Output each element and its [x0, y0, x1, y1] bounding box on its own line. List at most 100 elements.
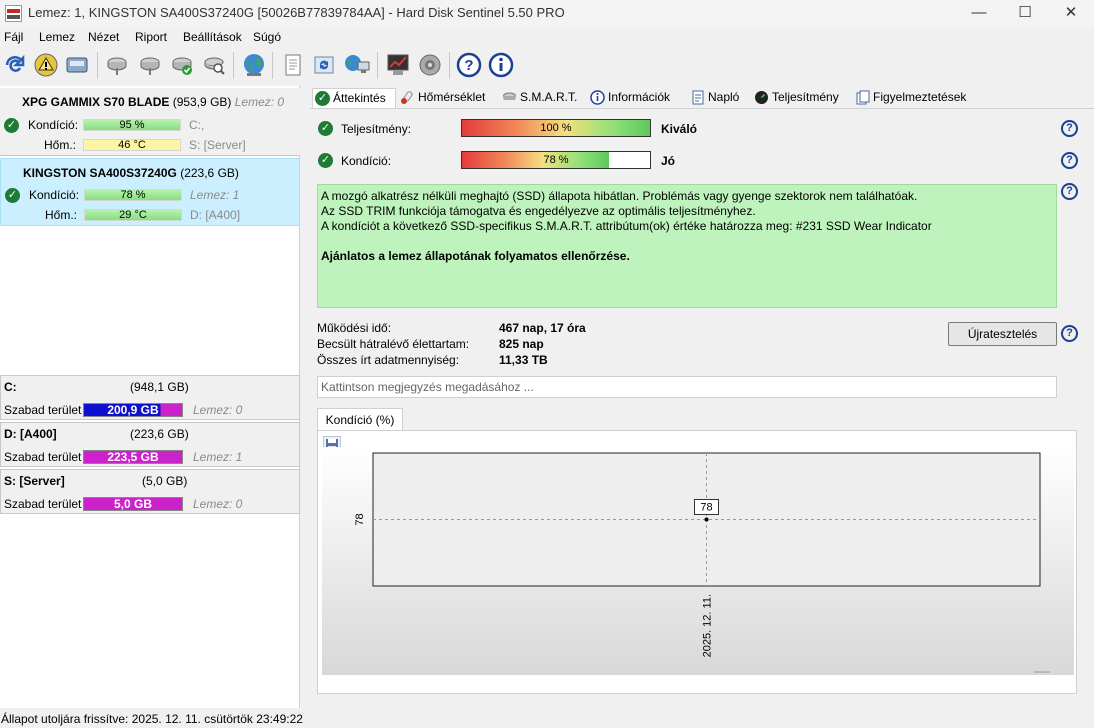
- condition-label: Kondíció:: [28, 118, 79, 132]
- title-bar: Lemez: 1, KINGSTON SA400S37240G [50026B7…: [0, 0, 1094, 28]
- report-icon[interactable]: [279, 51, 307, 79]
- app-icon: [5, 5, 22, 22]
- disk-entry-kingston[interactable]: KINGSTON SA400S37240G (223,6 GB) ✓ Kondí…: [0, 158, 300, 226]
- volume-s[interactable]: S: [Server] (5,0 GB) Szabad terület 5,0 …: [0, 469, 300, 514]
- drive-letters: C:,: [189, 118, 205, 132]
- free-space-bar: 5,0 GB: [83, 497, 183, 511]
- y-tick-label: 78: [354, 513, 366, 525]
- network-icon[interactable]: [343, 51, 371, 79]
- disk-title: XPG GAMMIX S70 BLADE (953,9 GB) Lemez: 0: [22, 95, 285, 109]
- benchmark-icon[interactable]: [384, 51, 412, 79]
- volume-name: D: [A400]: [4, 427, 57, 441]
- info-line: A kondíciót a következő SSD-specifikus S…: [321, 219, 932, 233]
- drive-letters-2: S: [Server]: [189, 138, 246, 152]
- sound-icon[interactable]: [416, 51, 444, 79]
- menu-file[interactable]: Fájl: [4, 30, 23, 44]
- recommendation: Ajánlatos a lemez állapotának folyamatos…: [321, 249, 630, 263]
- globe-icon[interactable]: [240, 51, 268, 79]
- tab-warnings[interactable]: Figyelmeztetések: [853, 88, 971, 109]
- note-input[interactable]: Kattintson megjegyzés megadásához ...: [317, 376, 1057, 398]
- condition-chart-area: Kondíció (%) 78 2025. 12. 11. 78: [317, 408, 1077, 694]
- free-space-label: Szabad terület: [4, 403, 82, 417]
- condition-bar: 78 %: [461, 151, 651, 169]
- help-icon[interactable]: ?: [1061, 120, 1078, 137]
- tab-performance[interactable]: Teljesítmény: [752, 88, 844, 109]
- tab-smart[interactable]: S.M.A.R.T.: [500, 88, 586, 109]
- disk-number: Lemez: 0: [193, 497, 243, 511]
- help-icon[interactable]: ?: [1061, 183, 1078, 200]
- condition-chart: 78 2025. 12. 11. 78: [322, 447, 1074, 675]
- disk-test-icon[interactable]: [103, 51, 131, 79]
- disk-search-icon[interactable]: [200, 51, 228, 79]
- disk-title: KINGSTON SA400S37240G (223,6 GB): [23, 166, 239, 180]
- data-point: [704, 517, 709, 522]
- condition-bar: 95 %: [83, 119, 181, 131]
- free-space-label: Szabad terület: [4, 450, 82, 464]
- performance-label: Teljesítmény:: [341, 122, 412, 136]
- menu-settings[interactable]: Beállítások: [183, 30, 242, 44]
- help-icon[interactable]: ?: [1061, 152, 1078, 169]
- volume-size: (948,1 GB): [130, 380, 189, 394]
- performance-rating: Kiváló: [661, 122, 698, 136]
- condition-label: Kondíció:: [29, 188, 80, 202]
- svg-text:?: ?: [464, 57, 473, 74]
- total-written-value: 11,33 TB: [499, 353, 548, 367]
- sync-icon[interactable]: [310, 51, 338, 79]
- free-space-bar: 200,9 GB: [83, 403, 183, 417]
- temperature-bar: 46 °C: [83, 139, 181, 151]
- menu-disk[interactable]: Lemez: [39, 30, 75, 44]
- check-icon: ✓: [4, 118, 19, 133]
- volume-name: S: [Server]: [4, 474, 65, 488]
- menu-bar: Fájl Lemez Nézet Riport Beállítások Súgó: [0, 28, 1094, 48]
- status-bar: Állapot utoljára frissítve: 2025. 12. 11…: [0, 710, 1094, 728]
- hard-disk-icon[interactable]: [63, 51, 91, 79]
- refresh-icon[interactable]: [1, 51, 29, 79]
- volume-size: (223,6 GB): [130, 427, 189, 441]
- disk-entry-xpg[interactable]: XPG GAMMIX S70 BLADE (953,9 GB) Lemez: 0…: [0, 88, 300, 156]
- menu-view[interactable]: Nézet: [88, 30, 119, 44]
- menu-help[interactable]: Súgó: [253, 30, 281, 44]
- info-line: A mozgó alkatrész nélküli meghajtó (SSD)…: [321, 189, 918, 203]
- performance-value: 100 %: [540, 122, 572, 134]
- disk-surface-icon[interactable]: [136, 51, 164, 79]
- condition-rating: Jó: [661, 154, 676, 168]
- disk-icon: [503, 92, 516, 100]
- help-icon[interactable]: ?: [455, 51, 483, 79]
- remaining-life-label: Becsült hátralévő élettartam:: [317, 337, 470, 351]
- tab-information[interactable]: Információk: [588, 88, 678, 109]
- hard-disk-sentinel-window: Lemez: 1, KINGSTON SA400S37240G [50026B7…: [0, 0, 1094, 728]
- data-label: 78: [700, 502, 712, 514]
- close-button[interactable]: ✕: [1048, 0, 1094, 28]
- help-icon[interactable]: ?: [1061, 325, 1078, 342]
- info-icon[interactable]: [487, 51, 515, 79]
- chart-panel: 78 2025. 12. 11. 78: [317, 430, 1077, 694]
- maximize-button[interactable]: ☐: [1002, 0, 1048, 28]
- tab-condition-chart[interactable]: Kondíció (%): [317, 408, 403, 431]
- disk-number: Lemez: 0: [193, 403, 243, 417]
- info-icon: [590, 90, 605, 105]
- tab-log[interactable]: Napló: [688, 88, 744, 109]
- uptime-label: Működési idő:: [317, 321, 392, 335]
- volume-name: C:: [4, 380, 17, 394]
- details-panel: ✓ Áttekintés Hőmérséklet S.M.A.R.T. Info…: [310, 86, 1094, 708]
- tab-overview[interactable]: ✓ Áttekintés: [312, 88, 396, 109]
- window-title: Lemez: 1, KINGSTON SA400S37240G [50026B7…: [28, 5, 565, 20]
- remaining-life-value: 825 nap: [499, 337, 544, 351]
- retest-button[interactable]: Újratesztelés: [948, 322, 1057, 346]
- volume-c[interactable]: C: (948,1 GB) Szabad terület 200,9 GB Le…: [0, 375, 300, 420]
- temperature-label: Hőm.:: [45, 208, 78, 222]
- tab-temperature[interactable]: Hőmérséklet: [398, 88, 496, 109]
- x-tick-label: 2025. 12. 11.: [702, 594, 714, 657]
- volume-d[interactable]: D: [A400] (223,6 GB) Szabad terület 223,…: [0, 422, 300, 467]
- disk-ok-icon[interactable]: [168, 51, 196, 79]
- check-icon: ✓: [5, 188, 20, 203]
- status-description-box: A mozgó alkatrész nélküli meghajtó (SSD)…: [317, 184, 1057, 308]
- menu-report[interactable]: Riport: [135, 30, 167, 44]
- drive-letters: D: [A400]: [190, 208, 241, 222]
- warning-icon[interactable]: [32, 51, 60, 79]
- document-icon: [856, 90, 870, 105]
- gauge-icon: [755, 91, 768, 104]
- minimize-button[interactable]: —: [956, 0, 1002, 28]
- temperature-bar: 29 °C: [84, 209, 182, 221]
- disk-number: Lemez: 1: [193, 450, 243, 464]
